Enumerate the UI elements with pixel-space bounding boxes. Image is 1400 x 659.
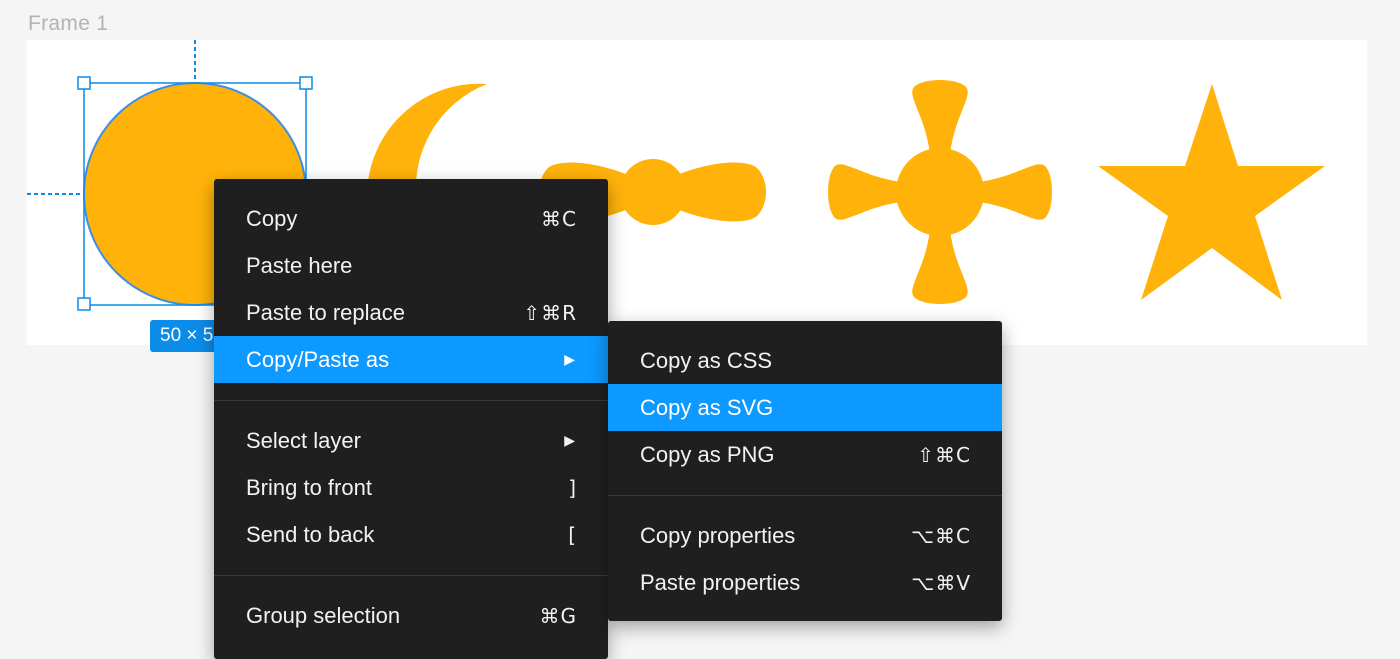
menu-item-label: Copy — [246, 205, 298, 231]
menu-item-label: Paste here — [246, 252, 353, 278]
menu-item-paste-to-replace[interactable]: Paste to replace ⇧⌘R — [214, 289, 608, 336]
menu-item-label: Bring to front — [246, 474, 372, 500]
menu-item-bring-to-front[interactable]: Bring to front ] — [214, 464, 608, 511]
resize-handle-top-right[interactable] — [299, 76, 313, 90]
menu-divider — [608, 495, 1002, 496]
menu-item-shortcut: ⇧⌘R — [523, 300, 577, 325]
menu-divider — [214, 400, 608, 401]
menu-divider — [214, 575, 608, 576]
menu-item-select-layer[interactable]: Select layer ▶ — [214, 417, 608, 464]
menu-item-label: Select layer — [246, 427, 361, 453]
menu-item-label: Copy as PNG — [640, 441, 775, 467]
menu-item-paste-here[interactable]: Paste here — [214, 242, 608, 289]
menu-item-shortcut: ⇧⌘C — [917, 442, 971, 467]
menu-item-shortcut: ⌘C — [541, 206, 577, 231]
menu-item-label: Group selection — [246, 602, 401, 628]
menu-item-copy-paste-as[interactable]: Copy/Paste as ▶ — [214, 336, 608, 383]
cross-shape[interactable] — [828, 80, 1052, 304]
menu-item-label: Paste properties — [640, 569, 801, 595]
menu-item-label: Copy as SVG — [640, 394, 774, 420]
menu-item-label: Send to back — [246, 521, 375, 547]
submenu-arrow-icon: ▶ — [564, 351, 575, 368]
copy-paste-as-submenu: Copy as CSS Copy as SVG Copy as PNG ⇧⌘C … — [608, 321, 1002, 621]
menu-item-copy-properties[interactable]: Copy properties ⌥⌘C — [608, 512, 1002, 559]
menu-item-shortcut: ⌥⌘V — [911, 570, 971, 595]
menu-item-copy-as-css[interactable]: Copy as CSS — [608, 337, 1002, 384]
submenu-arrow-icon: ▶ — [564, 432, 575, 449]
menu-item-copy-as-svg[interactable]: Copy as SVG — [608, 384, 1002, 431]
menu-item-label: Paste to replace — [246, 299, 405, 325]
menu-item-shortcut: ⌘G — [539, 603, 577, 628]
menu-item-copy[interactable]: Copy ⌘C — [214, 195, 608, 242]
context-menu: Copy ⌘C Paste here Paste to replace ⇧⌘R … — [214, 179, 608, 659]
resize-handle-bottom-left[interactable] — [77, 297, 91, 311]
menu-item-group-selection[interactable]: Group selection ⌘G — [214, 592, 608, 639]
menu-item-shortcut: ] — [568, 475, 577, 500]
star-shape[interactable] — [1098, 84, 1325, 300]
menu-item-copy-as-png[interactable]: Copy as PNG ⇧⌘C — [608, 431, 1002, 478]
menu-item-paste-properties[interactable]: Paste properties ⌥⌘V — [608, 559, 1002, 606]
selection-size-badge: 50 × 50 — [150, 320, 220, 352]
menu-item-shortcut: [ — [568, 522, 577, 547]
menu-item-label: Copy properties — [640, 522, 796, 548]
menu-item-label: Copy/Paste as — [246, 346, 390, 372]
resize-handle-top-left[interactable] — [77, 76, 91, 90]
menu-item-shortcut: ⌥⌘C — [910, 523, 971, 548]
menu-item-send-to-back[interactable]: Send to back [ — [214, 511, 608, 558]
menu-item-label: Copy as CSS — [640, 347, 773, 373]
